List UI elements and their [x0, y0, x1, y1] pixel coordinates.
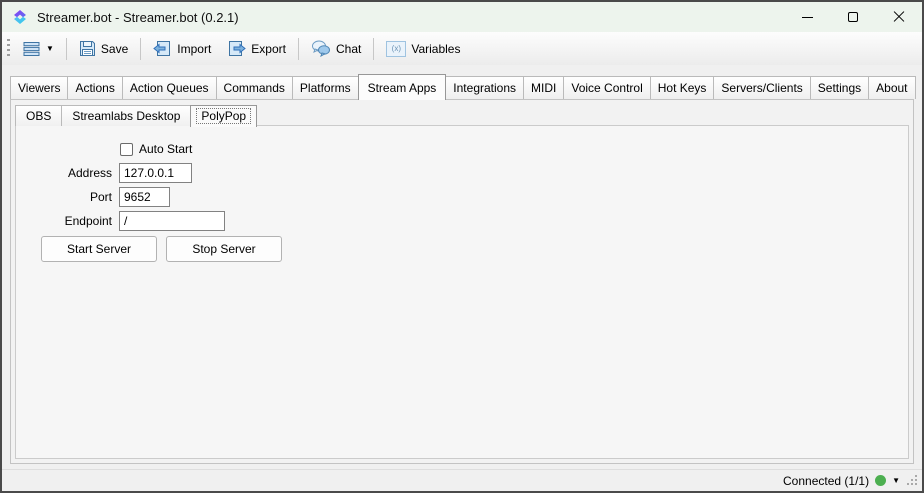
port-label: Port — [16, 190, 112, 204]
tab-commands[interactable]: Commands — [216, 76, 293, 99]
titlebar: Streamer.bot - Streamer.bot (0.2.1) — [2, 2, 922, 32]
main-tab-strip: Viewers Actions Action Queues Commands P… — [10, 74, 914, 99]
app-window: Streamer.bot - Streamer.bot (0.2.1) ▼ — [0, 0, 924, 493]
toolbar-separator — [140, 38, 141, 60]
main-area: Viewers Actions Action Queues Commands P… — [2, 65, 922, 469]
tab-about[interactable]: About — [868, 76, 915, 99]
tab-obs[interactable]: OBS — [15, 105, 62, 126]
chat-label: Chat — [336, 42, 361, 56]
maximize-button[interactable] — [830, 2, 876, 32]
variables-label: Variables — [411, 42, 460, 56]
tab-streamlabs-desktop[interactable]: Streamlabs Desktop — [61, 105, 191, 126]
tab-settings[interactable]: Settings — [810, 76, 869, 99]
tab-action-queues[interactable]: Action Queues — [122, 76, 217, 99]
minimize-button[interactable] — [784, 2, 830, 32]
window-title: Streamer.bot - Streamer.bot (0.2.1) — [37, 10, 239, 25]
export-button[interactable]: Export — [220, 36, 293, 61]
address-label: Address — [16, 166, 112, 180]
import-icon — [153, 40, 172, 57]
tab-actions[interactable]: Actions — [67, 76, 122, 99]
import-label: Import — [177, 42, 211, 56]
close-icon — [893, 11, 905, 23]
tab-servers-clients[interactable]: Servers/Clients — [713, 76, 810, 99]
tab-platforms[interactable]: Platforms — [292, 76, 359, 99]
connection-status-dot — [875, 475, 886, 486]
statusbar: Connected (1/1) ▼ — [2, 469, 922, 491]
auto-start-row: Auto Start — [120, 142, 192, 156]
tab-integrations[interactable]: Integrations — [445, 76, 524, 99]
endpoint-row: Endpoint — [16, 211, 225, 231]
auto-start-label: Auto Start — [139, 142, 192, 156]
resize-grip-icon[interactable] — [906, 474, 919, 487]
tab-polypop[interactable]: PolyPop — [190, 105, 257, 127]
export-label: Export — [251, 42, 286, 56]
address-row: Address — [16, 163, 192, 183]
save-button[interactable]: Save — [72, 36, 135, 61]
minimize-icon — [802, 17, 813, 18]
import-button[interactable]: Import — [146, 36, 218, 61]
window-controls — [784, 2, 922, 32]
port-input[interactable] — [119, 187, 170, 207]
save-label: Save — [101, 42, 128, 56]
tab-hot-keys[interactable]: Hot Keys — [650, 76, 715, 99]
save-icon — [79, 40, 96, 57]
start-server-button[interactable]: Start Server — [41, 236, 157, 262]
tab-voice-control[interactable]: Voice Control — [563, 76, 650, 99]
toolbar: ▼ Save Import — [2, 32, 922, 65]
endpoint-input[interactable] — [119, 211, 225, 231]
toolbar-grip[interactable] — [7, 39, 10, 59]
app-logo-icon — [12, 9, 28, 25]
connection-status-label: Connected (1/1) — [783, 474, 869, 488]
menu-caret-icon: ▼ — [46, 45, 54, 53]
tab-viewers[interactable]: Viewers — [10, 76, 68, 99]
endpoint-label: Endpoint — [16, 214, 112, 228]
variables-icon: (x) — [386, 41, 406, 57]
stream-apps-tab-strip: OBS Streamlabs Desktop PolyPop — [15, 105, 909, 126]
port-row: Port — [16, 187, 170, 207]
polypop-page: Auto Start Address Port Endpoint Start S… — [15, 125, 909, 459]
stop-server-button[interactable]: Stop Server — [166, 236, 282, 262]
tab-stream-apps[interactable]: Stream Apps — [358, 74, 447, 100]
chat-button[interactable]: Chat — [304, 36, 368, 61]
address-input[interactable] — [119, 163, 192, 183]
connection-caret-icon[interactable]: ▼ — [892, 477, 900, 485]
tab-polypop-label: PolyPop — [196, 108, 251, 124]
export-icon — [227, 40, 246, 57]
close-button[interactable] — [876, 2, 922, 32]
tab-midi[interactable]: MIDI — [523, 76, 564, 99]
toolbar-separator — [373, 38, 374, 60]
toolbar-separator — [66, 38, 67, 60]
toolbar-separator — [298, 38, 299, 60]
stream-apps-page: OBS Streamlabs Desktop PolyPop Auto Star… — [10, 99, 914, 464]
menu-icon — [23, 41, 41, 57]
menu-button[interactable]: ▼ — [16, 37, 61, 61]
variables-button[interactable]: (x) Variables — [379, 37, 467, 61]
chat-icon — [311, 40, 331, 57]
auto-start-checkbox[interactable] — [120, 143, 133, 156]
maximize-icon — [848, 12, 858, 22]
